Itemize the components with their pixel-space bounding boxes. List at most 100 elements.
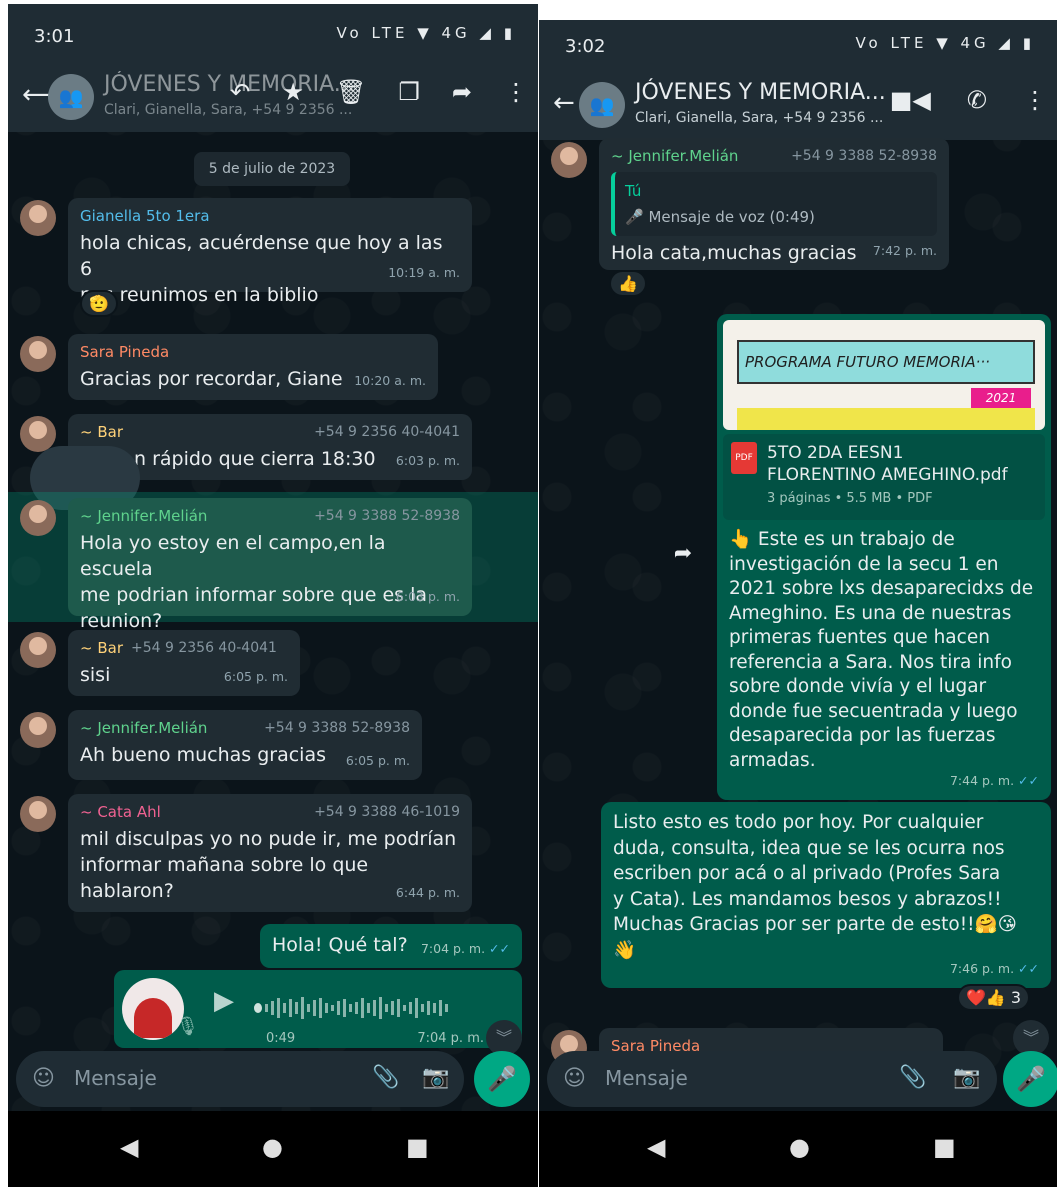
- mic-button[interactable]: 🎤: [474, 1051, 530, 1107]
- chat-title[interactable]: JÓVENES Y MEMORIA...: [635, 80, 886, 105]
- date-chip: 5 de julio de 2023: [194, 152, 350, 186]
- nav-back-icon[interactable]: ◀: [647, 1133, 665, 1161]
- nav-recents-icon[interactable]: ■: [406, 1133, 429, 1161]
- message-bubble[interactable]: ~ Cata Ahl +54 9 3388 46-1019 mil disculp…: [68, 794, 472, 912]
- message-text: Listo esto es todo por hoy. Por cualquie…: [613, 812, 1017, 961]
- avatar[interactable]: [20, 632, 56, 668]
- sender-name[interactable]: ~ Cata Ahl: [80, 802, 161, 822]
- camera-icon[interactable]: 📷: [953, 1065, 980, 1090]
- camera-icon[interactable]: 📷: [422, 1065, 449, 1090]
- document-info[interactable]: PDF 5TO 2DA EESN1 FLORENTINO AMEGHINO.pd…: [723, 434, 1045, 520]
- outgoing-message-bubble[interactable]: Hola! Qué tal? 7:04 p. m. ✓✓: [260, 924, 522, 968]
- forward-icon[interactable]: ➦: [452, 78, 472, 106]
- nav-back-icon[interactable]: ◀: [120, 1133, 138, 1161]
- voice-message-bubble[interactable]: 🎙 ▶ 0:49 7:04 p. m.: [114, 970, 522, 1048]
- more-options-icon[interactable]: ⋮: [504, 78, 528, 106]
- composer: ☺ Mensaje 📎 📷 🎤: [539, 1047, 1057, 1111]
- message-time: 6:03 p. m.: [395, 453, 460, 468]
- group-avatar-icon[interactable]: 👥: [48, 74, 94, 120]
- avatar[interactable]: [20, 500, 56, 536]
- caption-text: 👆 Este es un trabajo de investigación de…: [729, 529, 1034, 771]
- message-bubble[interactable]: ~ Jennifer.Melián +54 9 3388 52-8938 Tú 🎤…: [599, 138, 949, 270]
- reply-icon[interactable]: ↶: [230, 78, 250, 106]
- reaction-badge[interactable]: ❤️👍 3: [957, 984, 1031, 1011]
- status-icons: Vo LTE ▼ 4G ◢ ▮: [336, 24, 516, 42]
- read-ticks-icon: ✓✓: [1018, 961, 1039, 976]
- sender-phone: +54 9 3388 52-8938: [264, 720, 410, 736]
- sender-name[interactable]: ~ Bar: [80, 422, 123, 442]
- sender-name[interactable]: Gianella 5to 1era: [80, 206, 210, 226]
- attach-icon[interactable]: 📎: [372, 1065, 399, 1090]
- status-bar: 3:01 Vo LTE ▼ 4G ◢ ▮: [8, 4, 538, 62]
- thumbnail-year: 2021: [971, 388, 1031, 408]
- android-nav-bar: ◀ ● ■: [8, 1111, 538, 1187]
- chat-header: ← 👥 JÓVENES Y MEMORIA... Clari, Gianella…: [539, 70, 1057, 140]
- message-time: 6:05 p. m.: [345, 753, 410, 768]
- selection-actions: ↶ ★ 🗑 ❐ ➦ ⋮: [230, 78, 528, 106]
- message-input[interactable]: ☺ Mensaje 📎 📷: [547, 1051, 997, 1107]
- group-avatar-icon[interactable]: 👥: [579, 82, 625, 128]
- status-icons: Vo LTE ▼ 4G ◢ ▮: [855, 34, 1035, 52]
- reaction-badge[interactable]: 🫡: [80, 290, 118, 317]
- android-nav-bar: ◀ ● ■: [539, 1111, 1057, 1187]
- avatar[interactable]: [551, 142, 587, 178]
- star-icon[interactable]: ★: [282, 78, 304, 106]
- waveform[interactable]: [254, 994, 502, 1019]
- forward-icon[interactable]: ➦: [665, 536, 701, 572]
- phone-call-icon[interactable]: ✆: [967, 86, 987, 114]
- sender-name[interactable]: ~ Jennifer.Melián: [80, 506, 207, 526]
- sender-name[interactable]: ~ Bar: [80, 638, 123, 658]
- message-bubble[interactable]: Sara Pineda Gracias por recordar, Giane …: [68, 334, 438, 400]
- more-options-icon[interactable]: ⋮: [1023, 86, 1047, 114]
- video-call-icon[interactable]: ■◀: [890, 86, 931, 114]
- nav-recents-icon[interactable]: ■: [933, 1133, 956, 1161]
- attach-icon[interactable]: 📎: [899, 1065, 926, 1090]
- avatar[interactable]: [20, 200, 56, 236]
- message-bubble[interactable]: ~ Jennifer.Melián +54 9 3388 52-8938 Hola…: [68, 498, 472, 632]
- emoji-icon[interactable]: ☺: [563, 1066, 586, 1091]
- copy-icon[interactable]: ❐: [398, 78, 420, 106]
- avatar[interactable]: [20, 712, 56, 748]
- message-text: Hola! Qué tal?: [272, 934, 408, 956]
- message-bubble[interactable]: ~ Jennifer.Melián +54 9 3388 52-8938 Ah b…: [68, 710, 422, 780]
- play-icon[interactable]: ▶: [214, 988, 234, 1014]
- quoted-message[interactable]: Tú 🎤 Mensaje de voz (0:49): [611, 172, 937, 236]
- message-placeholder: Mensaje: [74, 1066, 157, 1090]
- pdf-icon: PDF: [731, 442, 757, 474]
- read-ticks-icon: ✓✓: [1018, 773, 1039, 788]
- message-bubble[interactable]: Gianella 5to 1era hola chicas, acuérdens…: [68, 198, 472, 306]
- mic-button[interactable]: 🎤: [1003, 1051, 1057, 1107]
- reaction-badge[interactable]: 👍: [609, 270, 647, 297]
- message-time: 6:44 p. m.: [395, 885, 460, 900]
- status-bar: 3:02 Vo LTE ▼ 4G ◢ ▮: [539, 20, 1057, 70]
- message-time: 7:04 p. m.: [420, 941, 486, 956]
- back-arrow-icon[interactable]: ←: [553, 88, 575, 118]
- sender-name[interactable]: Sara Pineda: [80, 342, 169, 362]
- document-name: 5TO 2DA EESN1 FLORENTINO AMEGHINO.pdf: [767, 443, 1008, 485]
- mic-icon: 🎙: [176, 1016, 199, 1037]
- nav-home-icon[interactable]: ●: [262, 1133, 283, 1161]
- emoji-icon[interactable]: ☺: [32, 1066, 55, 1091]
- composer: ☺ Mensaje 📎 📷 🎤: [8, 1047, 538, 1111]
- nav-home-icon[interactable]: ●: [789, 1133, 810, 1161]
- quote-text: 🎤 Mensaje de voz (0:49): [625, 208, 815, 226]
- document-thumbnail[interactable]: PROGRAMA FUTURO MEMORIA··· 2021: [723, 320, 1045, 430]
- sender-phone: +54 9 3388 46-1019: [314, 804, 460, 820]
- message-time: 6:05 p. m.: [223, 669, 288, 684]
- sender-name[interactable]: ~ Jennifer.Melián: [611, 146, 738, 166]
- sender-name[interactable]: ~ Jennifer.Melián: [80, 718, 207, 738]
- delete-icon[interactable]: 🗑: [336, 78, 366, 106]
- message-text: Hola yo estoy en el campo,en la escuela …: [80, 532, 428, 632]
- avatar[interactable]: [20, 796, 56, 832]
- outgoing-message-bubble[interactable]: Listo esto es todo por hoy. Por cualquie…: [601, 802, 1051, 988]
- message-time: 7:46 p. m.: [949, 961, 1015, 976]
- message-input[interactable]: ☺ Mensaje 📎 📷: [16, 1051, 464, 1107]
- avatar[interactable]: [20, 416, 56, 452]
- outgoing-document-bubble[interactable]: PROGRAMA FUTURO MEMORIA··· 2021 PDF 5TO …: [717, 314, 1051, 800]
- quote-author: Tú: [625, 182, 642, 200]
- read-ticks-icon: ✓✓: [489, 941, 510, 956]
- sender-phone: +54 9 2356 40-4041: [131, 640, 277, 656]
- message-bubble[interactable]: ~ Bar +54 9 2356 40-4041 sisi 6:05 p. m.: [68, 630, 300, 696]
- avatar[interactable]: [20, 336, 56, 372]
- sender-phone: +54 9 2356 40-4041: [314, 424, 460, 440]
